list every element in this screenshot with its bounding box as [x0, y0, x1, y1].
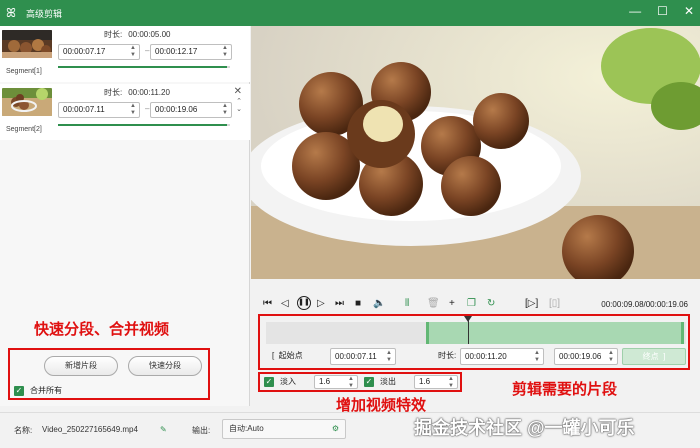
volume-icon[interactable]: 🔈	[373, 298, 385, 310]
segment-item-2[interactable]: Segment[2] 时长: 00:00:11.20 00:00:07.11 ▲ ▼ …	[0, 84, 250, 140]
copy-icon[interactable]: ❐	[467, 298, 476, 310]
segment-start-field[interactable]: 00:00:07.17 ▲ ▼	[58, 44, 140, 60]
segment-start-field[interactable]: 00:00:07.11 ▲ ▼	[58, 102, 140, 118]
current-time: 00:00:09.08/00:00:19.06	[601, 300, 688, 309]
annotation-split-merge: 快速分段、合并视频	[34, 321, 170, 338]
name-label: 名称:	[14, 426, 33, 435]
add-segment-button[interactable]: 新增片段	[44, 356, 118, 376]
fade-out-checkbox[interactable]: ✓	[364, 377, 374, 387]
minimize-button[interactable]: —	[629, 4, 641, 18]
range-start-field[interactable]: 00:00:07.11 ▲ ▼	[330, 348, 396, 365]
fade-out-label: 淡出	[380, 377, 396, 386]
maximize-button[interactable]: ☐	[657, 4, 668, 18]
output-label: 输出:	[192, 426, 211, 435]
end-point-button[interactable]: 终点 ]	[622, 348, 686, 365]
segment-thumbnail	[2, 30, 52, 58]
video-preview	[251, 26, 700, 279]
window-controls: — ☐ ✕	[629, 4, 694, 18]
segment-progress-bar	[58, 124, 230, 126]
watermark: 掘金技术社区 @一罐小可乐	[414, 418, 635, 438]
file-name: Video_250227165649.mp4	[42, 425, 138, 434]
segment-end-field[interactable]: 00:00:19.06 ▲ ▼	[150, 102, 232, 118]
window-title: 高级剪辑	[26, 8, 63, 19]
stop-icon[interactable]: ■	[355, 298, 361, 310]
segment-duration: 时长: 00:00:11.20	[104, 88, 170, 97]
go-to-start-icon[interactable]: ⏮	[263, 298, 272, 310]
step-forward-icon[interactable]: ▷	[317, 298, 325, 310]
go-to-end-icon[interactable]: ⏭	[335, 298, 344, 310]
segment-thumbnail	[2, 88, 52, 116]
reorder-arrows-icon[interactable]: ⌃ ⌄	[236, 98, 242, 114]
range-end-field[interactable]: 00:00:19.06 ▲ ▼	[554, 348, 618, 365]
quick-split-button[interactable]: 快速分段	[128, 356, 202, 376]
merge-all-label: 合并所有	[30, 386, 62, 395]
close-button[interactable]: ✕	[684, 4, 694, 18]
title-bar: ꕤ 高级剪辑 — ☐ ✕	[0, 0, 700, 26]
step-back-icon[interactable]: ◁	[281, 298, 289, 310]
split-icon[interactable]: ⫴	[405, 298, 409, 310]
fade-in-label: 淡入	[280, 377, 296, 386]
timeline-selection[interactable]	[426, 322, 684, 344]
start-point-button[interactable]: [ 起始点	[272, 348, 303, 366]
range-duration-label: 时长:	[438, 351, 457, 360]
delete-icon[interactable]: 🗑	[427, 298, 440, 310]
remove-segment-icon[interactable]: ✕	[234, 86, 242, 97]
segment-progress-bar	[58, 66, 230, 68]
fade-in-checkbox[interactable]: ✓	[264, 377, 274, 387]
segment-duration: 时长: 00:00:05.00	[104, 30, 171, 39]
reset-icon[interactable]: ↻	[487, 298, 495, 310]
range-duration-field: 00:00:11.20 ▲ ▼	[460, 348, 544, 365]
fade-out-field[interactable]: 1.6 ▲ ▼	[414, 375, 458, 389]
add-icon[interactable]: +	[449, 298, 455, 310]
segment-label: Segment[2]	[6, 126, 42, 133]
pause-icon[interactable]: ❚❚	[297, 296, 311, 310]
playhead[interactable]	[468, 318, 469, 344]
player-controls: ⏮ ◁ ❚❚ ▷ ⏭ ■ 🔈 ⫴ 🗑 + ❐ ↻ [▷] [▯] 00:00:0…	[251, 292, 700, 316]
edit-name-icon[interactable]: ✎	[160, 425, 167, 434]
mark-out-icon[interactable]: [▯]	[549, 298, 560, 310]
range-dash: –	[145, 104, 150, 113]
segment-label: Segment[1]	[6, 68, 42, 75]
app-logo-icon: ꕤ	[6, 6, 16, 20]
annotation-clip: 剪辑需要的片段	[512, 381, 618, 398]
settings-gear-icon[interactable]: ⚙	[332, 420, 339, 438]
merge-all-checkbox[interactable]: ✓	[14, 386, 24, 396]
segment-end-field[interactable]: 00:00:12.17 ▲ ▼	[150, 44, 232, 60]
output-select[interactable]: 自动:Auto ⚙	[222, 419, 346, 439]
segment-item-1[interactable]: Segment[1] 时长: 00:00:05.00 00:00:07.17 ▲ ▼ …	[0, 26, 250, 82]
mark-in-icon[interactable]: [▷]	[525, 298, 538, 310]
range-dash: –	[145, 46, 150, 55]
timeline-track[interactable]	[266, 316, 686, 344]
fade-in-field[interactable]: 1.6 ▲ ▼	[314, 375, 358, 389]
